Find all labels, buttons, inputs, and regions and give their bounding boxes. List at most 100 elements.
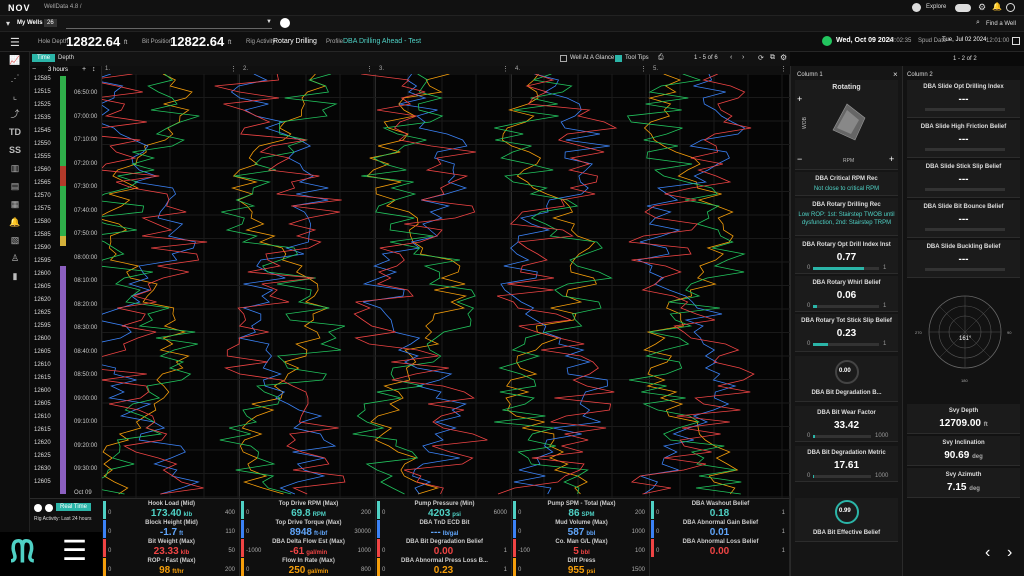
layout-icon[interactable]: ⧉ [770, 54, 775, 62]
readout-unit: ft/hr [172, 569, 184, 575]
bit-position-value: 12822.64 [170, 34, 225, 49]
theme-toggle[interactable] [955, 4, 971, 12]
depth-label: 12625 [34, 453, 51, 459]
readout-row[interactable]: Top Drive Torque (Max) 8948 ft-lbf 0 30000 [241, 520, 371, 538]
readout-row[interactable]: DBA Washout Belief 0.18 0 1 [651, 501, 785, 519]
clipboard-icon[interactable]: ▧ [8, 234, 22, 246]
track-settings-gear-icon[interactable]: ⚙ [780, 53, 787, 62]
bit-wear-card: DBA Bit Wear Factor 33.42 0 1000 [795, 406, 898, 442]
range-label[interactable]: 3 hours [48, 67, 68, 73]
left-nav-rail: 📈 ⋰ ⌞ ⤴ TD SS ▥ ▤ ▦ 🔔 ▧ ♙ ▮ [0, 52, 30, 576]
tool-tips-checkbox[interactable] [615, 55, 622, 62]
depth-label: 12565 [34, 180, 51, 186]
hole-depth-unit: ft [124, 40, 128, 46]
readout-row[interactable]: DBA Abnormal Press Loss B... 0.23 0 1 [377, 558, 507, 576]
prev-page-icon[interactable]: ‹ [730, 54, 732, 61]
next-page-icon[interactable]: › [742, 54, 744, 61]
well-info-icon[interactable] [280, 18, 290, 28]
readout-row[interactable]: ROP - Fast (Max) 98 ft/hr 0 200 [103, 558, 235, 576]
track-menu-icon[interactable]: ⋮ [502, 65, 509, 73]
readout-row[interactable]: DBA Abnormal Loss Belief 0.00 0 1 [651, 539, 785, 557]
rig-icon[interactable]: ▥ [8, 162, 22, 174]
ss-icon[interactable]: SS [8, 144, 22, 156]
bit-position-unit: ft [228, 40, 232, 46]
explore-link[interactable]: Explore [926, 4, 946, 10]
real-time-button[interactable]: Real Time [56, 503, 92, 511]
range-expand-icon[interactable]: ↕ [92, 66, 96, 73]
track-menu-icon[interactable]: ⋮ [230, 65, 237, 73]
profile-value[interactable]: DBA Drilling Ahead - Test [343, 38, 421, 45]
readout-row[interactable]: Bit Weight (Max) 23.33 klb 0 50 [103, 539, 235, 557]
time-label: 08:30:00 [74, 325, 98, 331]
level-fill [813, 435, 815, 438]
wellpath-icon[interactable]: ⤴ [8, 108, 22, 120]
alert-bell-icon[interactable]: 🔔 [8, 216, 22, 228]
readout-row[interactable]: Flow In Rate (Max) 250 gal/min 0 800 [241, 558, 371, 576]
notifications-bell-icon[interactable]: 🔔 [992, 2, 1002, 11]
well-select-dropdown[interactable] [66, 19, 272, 29]
refresh-icon[interactable]: ⟳ [758, 54, 764, 62]
rig-activity-range[interactable]: Rig Activity: Last 24 hours [34, 516, 92, 522]
readout-row[interactable]: Block Height (Mid) -1.7 ft 0 110 [103, 520, 235, 538]
tab-time[interactable]: Time [32, 54, 56, 62]
forward-icon[interactable] [45, 504, 53, 512]
readout-min: -100 [518, 548, 531, 554]
track-menu-icon[interactable]: ⋮ [780, 65, 787, 73]
prev-column-icon[interactable]: ‹ [985, 544, 990, 562]
readout-max: 200 [360, 510, 371, 516]
well-at-glance-checkbox[interactable] [560, 55, 567, 62]
readout-label: Hook Load (Mid) [148, 501, 195, 507]
settings-gear-icon[interactable]: ⚙ [978, 2, 986, 13]
readout-row[interactable]: DBA Delta Flow Est (Max) -61 gal/min -1000 1… [241, 539, 371, 557]
readout-color-stripe [241, 501, 244, 519]
depth-label: 12585 [34, 76, 51, 82]
column-1-close-icon[interactable]: × [893, 70, 898, 79]
track-menu-icon[interactable]: ⋮ [366, 65, 373, 73]
bit-wear-max: 1000 [875, 433, 889, 439]
tab-depth[interactable]: Depth [58, 55, 74, 61]
chart-line-icon[interactable]: 📈 [8, 54, 22, 66]
rotating-minus-icon[interactable]: − [797, 154, 802, 164]
my-wells-label[interactable]: My Wells [17, 20, 43, 26]
find-well-link[interactable]: Find a Well [986, 21, 1016, 27]
time-label: 08:10:00 [74, 278, 98, 284]
menu-hamburger-icon[interactable]: ☰ [10, 36, 20, 49]
spud-time-value: 12:01:00 [986, 38, 1010, 44]
person-icon[interactable]: ♙ [8, 252, 22, 264]
readout-row[interactable]: DBA Abnormal Gain Belief 0.01 0 1 [651, 520, 785, 538]
readout-row[interactable]: Pump SPM - Total (Max) 86 SPM 0 200 [513, 501, 645, 519]
search-icon[interactable]: ⌕ [976, 19, 980, 27]
rewind-icon[interactable] [34, 504, 42, 512]
user-avatar-icon[interactable] [1006, 3, 1015, 12]
range-plus-icon[interactable]: + [82, 66, 86, 73]
td-icon[interactable]: TD [8, 126, 22, 138]
next-column-icon[interactable]: › [1007, 544, 1012, 562]
report-icon[interactable]: ▤ [8, 180, 22, 192]
log-curve [230, 74, 337, 495]
brand-menu-icon[interactable]: ☰ [62, 536, 87, 566]
readout-value: 173.40 klb [108, 508, 235, 519]
bha-icon[interactable]: ▮ [8, 270, 22, 282]
print-icon[interactable]: ⎙ [658, 54, 664, 62]
readout-row[interactable]: Mud Volume (Max) 587 bbl 0 1000 [513, 520, 645, 538]
rotating-plus-right-icon[interactable]: + [889, 154, 894, 164]
readout-number: 5 [573, 546, 579, 557]
scatter-chart-icon[interactable]: ⋰ [8, 72, 22, 84]
explore-icon[interactable] [912, 3, 921, 12]
range-minus-icon[interactable]: − [32, 66, 36, 73]
readout-row[interactable]: DBA TnD ECD Bit --- lb/gal [377, 520, 507, 538]
fullscreen-icon[interactable] [1012, 37, 1020, 45]
readout-row[interactable]: Hook Load (Mid) 173.40 klb 0 400 [103, 501, 235, 519]
readout-row[interactable]: DBA Bit Degradation Belief 0.00 0 1 [377, 539, 507, 557]
rotating-plus-icon[interactable]: + [797, 94, 802, 104]
axis-chart-icon[interactable]: ⌞ [8, 90, 22, 102]
document-icon[interactable]: ▦ [8, 198, 22, 210]
track-menu-icon[interactable]: ⋮ [640, 65, 647, 73]
readout-value: 250 gal/min [246, 565, 371, 576]
readout-row[interactable]: Top Drive RPM (Max) 69.8 RPM 0 200 [241, 501, 371, 519]
chevron-down-icon[interactable]: ▼ [266, 19, 272, 25]
readout-row[interactable]: Co. Man G/L (Max) 5 bbl -100 100 [513, 539, 645, 557]
readout-row[interactable]: Diff Press 955 psi 0 1500 [513, 558, 645, 576]
readout-min: 0 [656, 548, 660, 554]
readout-row[interactable]: Pump Pressure (Min) 4203 psi 0 6000 [377, 501, 507, 519]
